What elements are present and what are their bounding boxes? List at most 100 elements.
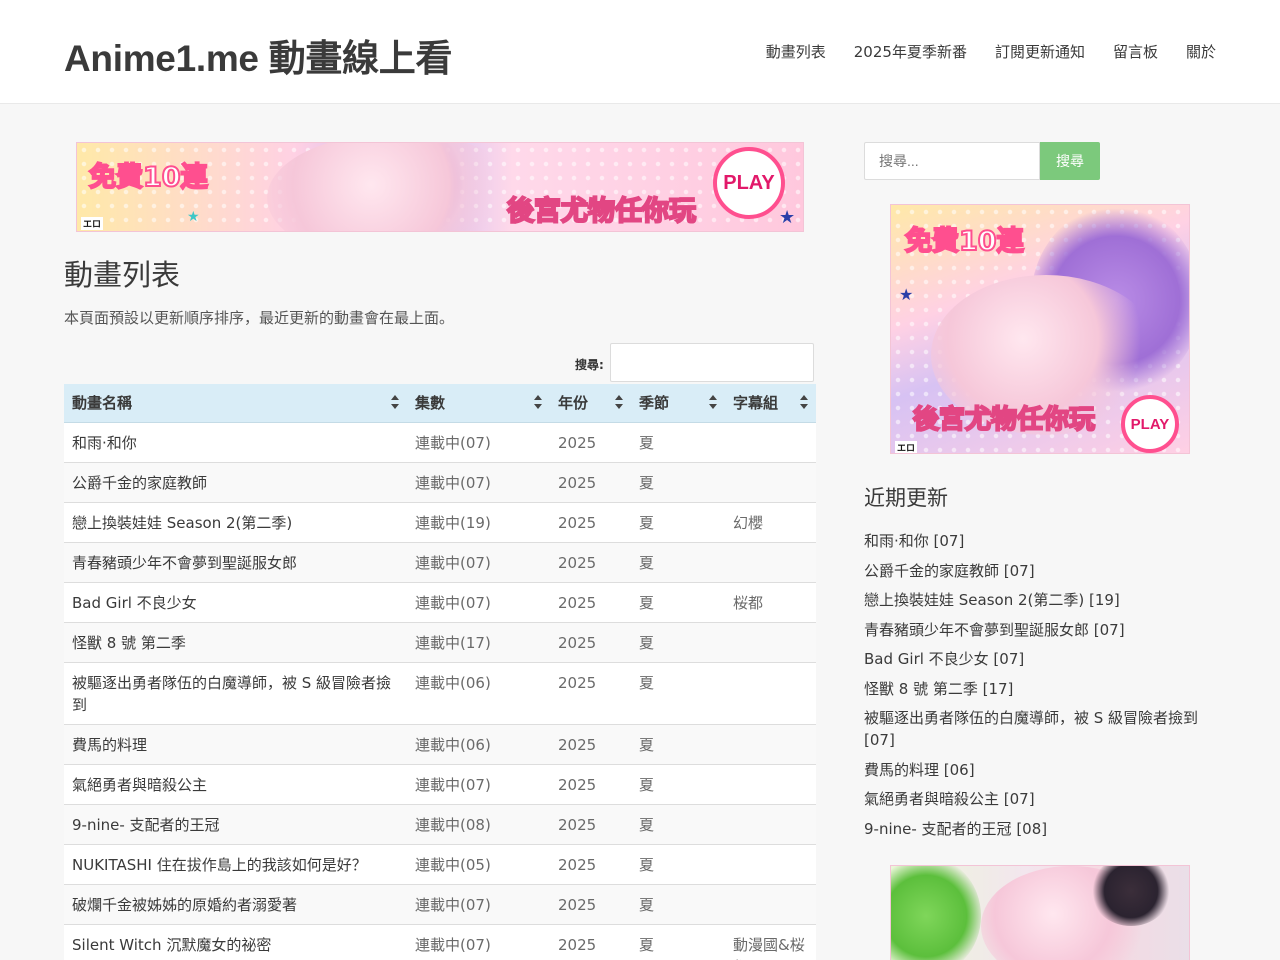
subtitle-group-cell xyxy=(725,541,816,582)
site-title[interactable]: Anime1.me 動畫線上看 xyxy=(64,28,453,82)
banner-headline: 免費10連 xyxy=(88,161,209,194)
nav-subscribe[interactable]: 訂閱更新通知 xyxy=(995,41,1085,62)
year-cell: 2025 xyxy=(550,923,631,960)
anime-title-link[interactable]: 青春豬頭少年不會夢到聖誕服女郎 xyxy=(64,541,407,582)
season-cell: 夏 xyxy=(631,621,725,662)
anime-title-link[interactable]: 公爵千金的家庭教師 xyxy=(64,461,407,502)
column-header-subtitles[interactable]: 字幕組 xyxy=(725,384,816,423)
anime-title-link[interactable]: 費馬的料理 xyxy=(64,723,407,764)
recent-update-link[interactable]: 怪獸 8 號 第二季 [17] xyxy=(864,678,1216,700)
recent-update-link[interactable]: 費馬的料理 [06] xyxy=(864,759,1216,781)
year-cell: 2025 xyxy=(550,421,631,462)
recent-update-link[interactable]: 公爵千金的家庭教師 [07] xyxy=(864,560,1216,582)
column-header-label: 集數 xyxy=(415,394,446,413)
column-header-season[interactable]: 季節 xyxy=(631,384,725,423)
nav-summer-2025[interactable]: 2025年夏季新番 xyxy=(854,41,967,62)
banner-play-button[interactable]: PLAY xyxy=(713,147,785,219)
anime-title-link[interactable]: 破爛千金被姊姊的原婚約者溺愛著 xyxy=(64,883,407,924)
recent-update-link[interactable]: Bad Girl 不良少女 [07] xyxy=(864,648,1216,670)
anime-title-link[interactable]: 9-nine- 支配者的王冠 xyxy=(64,803,407,844)
recent-update-link[interactable]: 氣絕勇者與暗殺公主 [07] xyxy=(864,788,1216,810)
year-cell: 2025 xyxy=(550,661,631,724)
subtitle-group-cell xyxy=(725,883,816,924)
year-cell: 2025 xyxy=(550,803,631,844)
season-cell: 夏 xyxy=(631,581,725,622)
year-cell: 2025 xyxy=(550,461,631,502)
sort-icon xyxy=(615,395,623,411)
episode-count: 連載中(06) xyxy=(407,661,550,724)
year-cell: 2025 xyxy=(550,723,631,764)
star-icon: ★ xyxy=(187,209,200,225)
column-header-name[interactable]: 動畫名稱 xyxy=(64,384,407,423)
recent-updates-list: 和雨·和你 [07] 公爵千金的家庭教師 [07] 戀上換裝娃娃 Season … xyxy=(864,530,1216,847)
sidebar-search-button[interactable]: 搜尋 xyxy=(1040,142,1100,180)
subtitle-group-cell xyxy=(725,723,816,764)
episode-count: 連載中(07) xyxy=(407,883,550,924)
table-row: 被驅逐出勇者隊伍的白魔導師，被 S 級冒險者撿到 連載中(06) 2025 夏 xyxy=(64,661,816,724)
anime-title-link[interactable]: 戀上換裝娃娃 Season 2(第二季) xyxy=(64,501,407,542)
table-row: 氣絕勇者與暗殺公主 連載中(07) 2025 夏 xyxy=(64,763,816,804)
anime-title-link[interactable]: Silent Witch 沉默魔女的祕密 xyxy=(64,923,407,960)
table-search-input[interactable] xyxy=(610,343,814,382)
season-cell: 夏 xyxy=(631,501,725,542)
anime-title-link[interactable]: 氣絕勇者與暗殺公主 xyxy=(64,763,407,804)
year-cell: 2025 xyxy=(550,763,631,804)
column-header-episodes[interactable]: 集數 xyxy=(407,384,550,423)
sidebar-search-input[interactable] xyxy=(864,142,1040,180)
table-row: 怪獸 8 號 第二季 連載中(17) 2025 夏 xyxy=(64,621,816,662)
banner-character-hair xyxy=(891,866,981,960)
season-cell: 夏 xyxy=(631,723,725,764)
recent-update-link[interactable]: 戀上換裝娃娃 Season 2(第二季) [19] xyxy=(864,589,1216,611)
season-cell: 夏 xyxy=(631,843,725,884)
sidebar-bottom-ad[interactable] xyxy=(890,865,1190,960)
season-cell: 夏 xyxy=(631,461,725,502)
recent-update-link[interactable]: 9-nine- 支配者的王冠 [08] xyxy=(864,818,1216,840)
year-cell: 2025 xyxy=(550,581,631,622)
subtitle-group-cell xyxy=(725,461,816,502)
anime-title-link[interactable]: 被驅逐出勇者隊伍的白魔導師，被 S 級冒險者撿到 xyxy=(64,661,407,724)
nav-guestbook[interactable]: 留言板 xyxy=(1113,41,1158,62)
nav-about[interactable]: 關於 xyxy=(1186,41,1216,62)
sidebar-square-ad[interactable]: 免費10連 後宮尤物任你玩 PLAY ★ エロ xyxy=(890,204,1190,454)
table-row: 9-nine- 支配者的王冠 連載中(08) 2025 夏 xyxy=(64,803,816,844)
recent-update-link[interactable]: 被驅逐出勇者隊伍的白魔導師，被 S 級冒險者撿到 [07] xyxy=(864,707,1216,751)
season-cell: 夏 xyxy=(631,541,725,582)
anime-title-link[interactable]: NUKITASHI 住在拔作島上的我該如何是好？ xyxy=(64,843,407,884)
table-row: NUKITASHI 住在拔作島上的我該如何是好？ 連載中(05) 2025 夏 xyxy=(64,843,816,884)
table-row: Silent Witch 沉默魔女的祕密 連載中(07) 2025 夏 動漫國&… xyxy=(64,923,816,960)
episode-count: 連載中(17) xyxy=(407,621,550,662)
table-row: 費馬的料理 連載中(06) 2025 夏 xyxy=(64,723,816,764)
table-row: 戀上換裝娃娃 Season 2(第二季) 連載中(19) 2025 夏 幻櫻 xyxy=(64,501,816,542)
star-icon: ★ xyxy=(899,285,914,304)
season-cell: 夏 xyxy=(631,923,725,960)
episode-count: 連載中(07) xyxy=(407,923,550,960)
year-cell: 2025 xyxy=(550,541,631,582)
subtitle-group-cell: 動漫國&桜都 xyxy=(725,923,816,960)
main-nav: 動畫列表 2025年夏季新番 訂閱更新通知 留言板 關於 xyxy=(738,41,1216,62)
nav-anime-list[interactable]: 動畫列表 xyxy=(766,41,826,62)
recent-update-link[interactable]: 青春豬頭少年不會夢到聖誕服女郎 [07] xyxy=(864,619,1216,641)
site-header: Anime1.me 動畫線上看 動畫列表 2025年夏季新番 訂閱更新通知 留言… xyxy=(0,0,1280,104)
subtitle-group-cell xyxy=(725,843,816,884)
anime-title-link[interactable]: 和雨·和你 xyxy=(64,421,407,462)
table-row: Bad Girl 不良少女 連載中(07) 2025 夏 桜都 xyxy=(64,581,816,622)
subtitle-group-cell xyxy=(725,421,816,462)
episode-count: 連載中(07) xyxy=(407,421,550,462)
column-header-year[interactable]: 年份 xyxy=(550,384,631,423)
top-banner-ad[interactable]: 免費10連 後宮尤物任你玩 PLAY ★ ★ エロ xyxy=(76,142,804,232)
anime-title-link[interactable]: Bad Girl 不良少女 xyxy=(64,581,407,622)
banner-play-button[interactable]: PLAY xyxy=(1121,395,1179,453)
episode-count: 連載中(07) xyxy=(407,581,550,622)
banner-headline: 免費10連 xyxy=(904,225,1025,258)
table-search-label: 搜尋: xyxy=(575,358,604,372)
season-cell: 夏 xyxy=(631,883,725,924)
recent-update-link[interactable]: 和雨·和你 [07] xyxy=(864,530,1216,552)
subtitle-group-cell: 桜都 xyxy=(725,581,816,622)
episode-count: 連載中(08) xyxy=(407,803,550,844)
anime-title-link[interactable]: 怪獸 8 號 第二季 xyxy=(64,621,407,662)
table-row: 破爛千金被姊姊的原婚約者溺愛著 連載中(07) 2025 夏 xyxy=(64,883,816,924)
year-cell: 2025 xyxy=(550,621,631,662)
table-row: 青春豬頭少年不會夢到聖誕服女郎 連載中(07) 2025 夏 xyxy=(64,541,816,582)
column-header-label: 年份 xyxy=(558,394,589,413)
season-cell: 夏 xyxy=(631,803,725,844)
